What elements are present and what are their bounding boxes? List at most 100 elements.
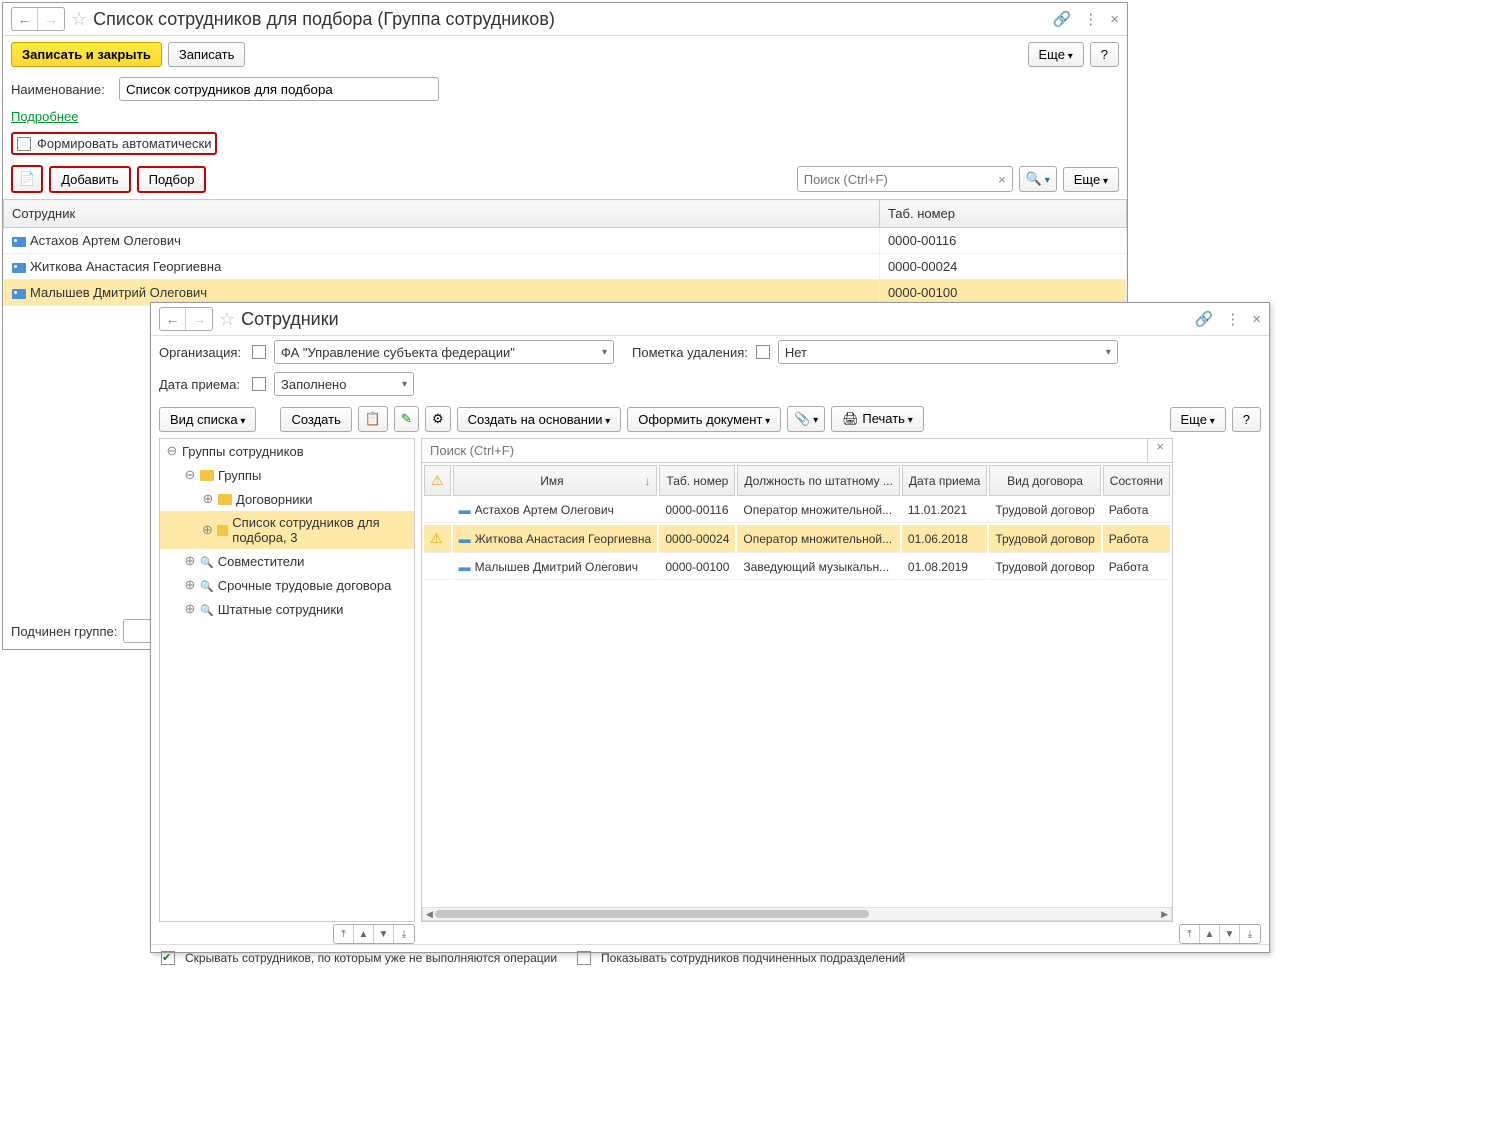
tree-wrap: ⊖ Группы сотрудников ⊖Группы⊕Договорники… (159, 438, 415, 944)
expander-icon[interactable]: ⊕ (184, 601, 196, 617)
tree-item[interactable]: ⊕Срочные трудовые договора (160, 573, 414, 597)
table-row[interactable]: Астахов Артем Олегович0000-00116 (4, 228, 1127, 254)
footer: Скрывать сотрудников, по которым уже не … (151, 944, 1269, 971)
col-tabnum[interactable]: Таб. номер (879, 200, 1126, 228)
tree-item[interactable]: ⊕Штатные сотрудники (160, 597, 414, 621)
tree-root[interactable]: ⊖ Группы сотрудников (160, 439, 414, 463)
lens-icon (200, 554, 214, 569)
list-more-button[interactable]: Еще (1063, 167, 1119, 192)
window-title: Сотрудники (241, 309, 1188, 330)
pick-button[interactable]: Подбор (137, 166, 207, 193)
page-first-button[interactable]: ⤒ (334, 925, 354, 943)
make-doc-button[interactable]: Оформить документ (627, 407, 781, 432)
favorite-icon[interactable]: ☆ (219, 309, 235, 330)
nav-buttons: ← → (159, 307, 213, 331)
page-first-button[interactable]: ⤒ (1180, 925, 1200, 943)
lens-icon (200, 602, 214, 617)
show-sub-checkbox[interactable] (577, 951, 591, 965)
nav-buttons: ← → (11, 7, 65, 31)
expander-icon[interactable]: ⊕ (202, 522, 213, 538)
org-enable-checkbox[interactable] (252, 345, 266, 359)
config-button[interactable]: ⚙ (425, 406, 451, 432)
col-employee[interactable]: Сотрудник (4, 200, 880, 228)
hired-label: Дата приема: (159, 377, 244, 392)
record-icon: ▬ (459, 503, 471, 517)
column-header[interactable]: Должность по штатному ... (737, 465, 900, 496)
hired-enable-checkbox[interactable] (252, 377, 266, 391)
table-row[interactable]: ⚠ ▬Житкова Анастасия Георгиевна 0000-000… (424, 525, 1170, 553)
page-up-button[interactable]: ▲ (1200, 925, 1220, 943)
name-row: Наименование: (3, 73, 1127, 105)
menu-icon[interactable]: ⋮ (1083, 10, 1098, 28)
create-based-button[interactable]: Создать на основании (457, 407, 622, 432)
expander-icon[interactable]: ⊕ (184, 577, 196, 593)
page-down-button[interactable]: ▼ (1220, 925, 1240, 943)
page-last-button[interactable]: ⤓ (1240, 925, 1260, 943)
auto-checkbox[interactable] (17, 137, 31, 151)
column-header[interactable]: Имя ↓ (453, 465, 658, 496)
groups-tree: ⊖ Группы сотрудников ⊖Группы⊕Договорники… (159, 438, 415, 922)
table-row[interactable]: ▬Астахов Артем Олегович 0000-00116Операт… (424, 498, 1170, 523)
column-header[interactable]: Таб. номер (659, 465, 735, 496)
table-row[interactable]: Житкова Анастасия Георгиевна0000-00024 (4, 254, 1127, 280)
favorite-icon[interactable]: ☆ (71, 9, 87, 30)
help-button[interactable]: ? (1090, 42, 1119, 67)
details-link[interactable]: Подробнее (11, 109, 78, 124)
add-button[interactable]: Добавить (49, 166, 130, 193)
page-down-button[interactable]: ▼ (374, 925, 394, 943)
folder-icon (200, 470, 214, 481)
more-button[interactable]: Еще (1028, 42, 1084, 67)
copy-button[interactable]: 📋 (358, 406, 388, 432)
new-folder-button[interactable]: 📄 (11, 165, 43, 193)
folder-icon (218, 494, 232, 505)
forward-button[interactable]: → (186, 308, 212, 330)
save-and-close-button[interactable]: Записать и закрыть (11, 42, 162, 67)
listview-button[interactable]: Вид списка (159, 407, 256, 432)
search-input[interactable] (798, 172, 992, 187)
link-icon[interactable]: 🔗 (1053, 10, 1072, 28)
tree-item[interactable]: ⊕Список сотрудников для подбора, 3 (160, 511, 414, 549)
del-select[interactable]: Нет (778, 340, 1118, 364)
list-more-button[interactable]: Еще (1170, 407, 1226, 432)
page-last-button[interactable]: ⤓ (394, 925, 414, 943)
forward-button[interactable]: → (38, 8, 64, 30)
print-button[interactable]: 🖨 Печать (831, 406, 924, 432)
save-button[interactable]: Записать (168, 42, 246, 67)
link-icon[interactable]: 🔗 (1195, 310, 1214, 328)
close-icon[interactable]: × (1110, 11, 1119, 28)
close-icon[interactable]: × (1252, 311, 1261, 328)
search-menu-button[interactable]: 🔍 (1019, 166, 1057, 192)
expander-icon[interactable]: ⊖ (166, 443, 178, 459)
expander-icon[interactable]: ⊖ (184, 467, 196, 483)
column-header[interactable]: Дата приема (902, 465, 987, 496)
back-button[interactable]: ← (12, 8, 38, 30)
employees-window: ← → ☆ Сотрудники 🔗 ⋮ × Организация: ФА "… (150, 302, 1270, 953)
menu-icon[interactable]: ⋮ (1225, 310, 1240, 328)
expander-icon[interactable]: ⊕ (202, 491, 214, 507)
org-select[interactable]: ФА "Управление субъекта федерации" (274, 340, 614, 364)
data-search-clear[interactable]: × (1147, 439, 1172, 462)
tree-item[interactable]: ⊖Группы (160, 463, 414, 487)
del-enable-checkbox[interactable] (756, 345, 770, 359)
tree-item[interactable]: ⊕Совместители (160, 549, 414, 573)
data-search-input[interactable] (422, 439, 1147, 462)
expander-icon[interactable]: ⊕ (184, 553, 196, 569)
hired-select[interactable]: Заполнено (274, 372, 414, 396)
tree-item[interactable]: ⊕Договорники (160, 487, 414, 511)
back-button[interactable]: ← (160, 308, 186, 330)
table-row[interactable]: ▬Малышев Дмитрий Олегович 0000-00100Заве… (424, 555, 1170, 580)
column-header[interactable]: Вид договора (989, 465, 1100, 496)
column-header[interactable]: Состояни (1103, 465, 1170, 496)
edit-button[interactable]: ✎ (394, 406, 419, 432)
scrollbar-thumb[interactable] (435, 910, 869, 918)
h-scrollbar[interactable]: ◀ ▶ (422, 907, 1172, 921)
auto-generate-wrap: Формировать автоматически (11, 132, 217, 155)
hide-checkbox[interactable] (161, 951, 175, 965)
page-up-button[interactable]: ▲ (354, 925, 374, 943)
id-card-icon (12, 289, 26, 299)
create-button[interactable]: Создать (280, 407, 351, 432)
search-clear-button[interactable]: × (992, 172, 1012, 187)
name-input[interactable] (119, 77, 439, 101)
attach-button[interactable]: 📎 (787, 406, 825, 432)
help-button[interactable]: ? (1232, 407, 1261, 432)
